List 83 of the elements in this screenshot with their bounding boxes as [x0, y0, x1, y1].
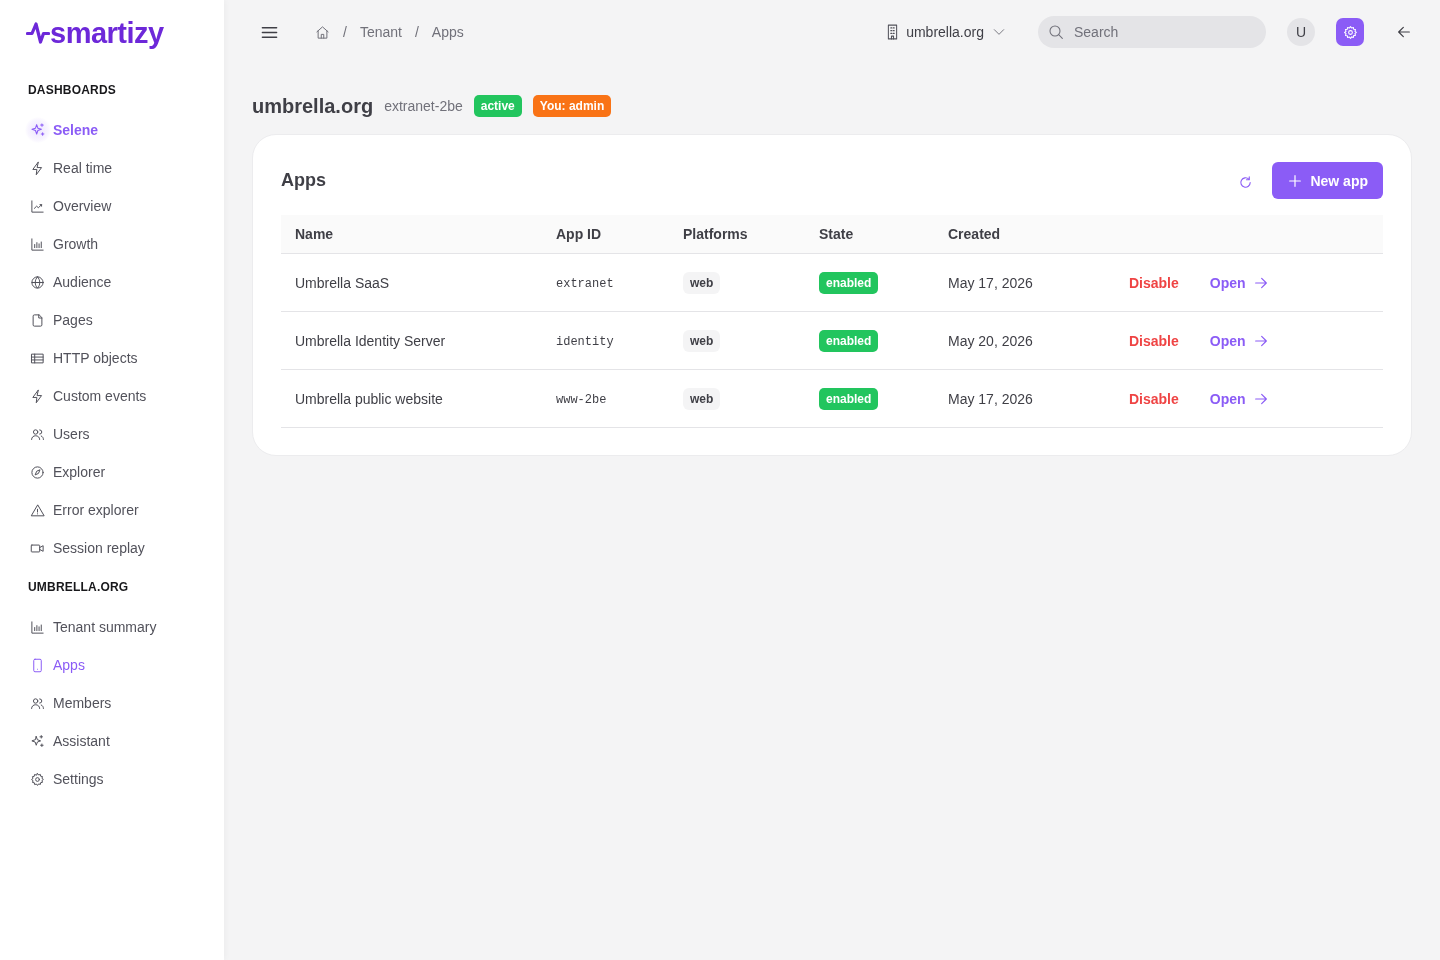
lightning-icon: [30, 388, 45, 404]
refresh-icon[interactable]: [1238, 174, 1254, 190]
platform-tag: web: [683, 387, 721, 410]
created-date: May 17, 2026: [948, 390, 1033, 407]
state-tag: enabled: [819, 387, 879, 410]
table-icon: [30, 350, 45, 366]
nav-item[interactable]: Real time: [24, 152, 119, 184]
column-header: State: [819, 226, 854, 242]
open-link[interactable]: Open: [1209, 332, 1269, 349]
nav-item[interactable]: Apps: [24, 649, 91, 681]
search-field[interactable]: Search: [1038, 16, 1266, 48]
nav-item[interactable]: Error explorer: [24, 494, 145, 526]
tenant-switcher[interactable]: umbrella.org: [887, 24, 1006, 40]
nav-item[interactable]: Custom events: [24, 380, 153, 412]
bar-chart-icon: [30, 236, 45, 252]
new-app-button[interactable]: New app: [1272, 162, 1383, 199]
card-title: Apps: [281, 170, 326, 191]
plus-icon: [1287, 172, 1304, 189]
breadcrumb-link[interactable]: Apps: [431, 24, 464, 40]
users-icon: [30, 426, 45, 442]
header-badge: You: admin: [532, 95, 612, 117]
nav-section-title: DASHBOARDS: [27, 82, 117, 98]
line-chart-icon: [30, 198, 45, 214]
open-link[interactable]: Open: [1209, 274, 1269, 291]
disable-link[interactable]: Disable: [1129, 274, 1179, 291]
brand-name: smartizy: [50, 18, 164, 48]
nav-item[interactable]: Members: [24, 687, 118, 719]
users-icon: [30, 695, 45, 711]
warning-icon: [30, 502, 45, 518]
lightning-icon: [30, 160, 45, 176]
settings-icon[interactable]: [1336, 18, 1364, 46]
nav-item[interactable]: Pages: [24, 304, 99, 336]
platform-tag: web: [683, 271, 721, 294]
app-id: extranet: [556, 277, 614, 291]
column-header: App ID: [556, 226, 602, 242]
platform-tag: web: [683, 329, 721, 352]
home-icon[interactable]: [315, 24, 330, 40]
header-badge: active: [473, 95, 522, 117]
nav-item[interactable]: Growth: [24, 228, 105, 260]
nav-item[interactable]: Overview: [24, 190, 118, 222]
state-tag: enabled: [819, 271, 879, 294]
building-icon: [887, 24, 899, 40]
created-date: May 17, 2026: [948, 274, 1033, 291]
tenant-title: umbrella.org: [252, 94, 374, 118]
column-header: Name: [295, 226, 334, 242]
back-arrow-icon[interactable]: [1396, 24, 1412, 40]
column-header: Created: [948, 226, 1001, 242]
compass-icon: [30, 464, 45, 480]
avatar[interactable]: U: [1287, 18, 1315, 46]
nav-item[interactable]: HTTP objects: [24, 342, 144, 374]
app-name: Umbrella Identity Server: [295, 332, 446, 349]
nav-item[interactable]: Session replay: [24, 532, 151, 564]
nav-item[interactable]: Users: [24, 418, 96, 450]
bar-chart-icon: [30, 619, 45, 635]
disable-link[interactable]: Disable: [1129, 332, 1179, 349]
state-tag: enabled: [819, 329, 879, 352]
app-name: Umbrella public website: [295, 390, 443, 407]
phone-icon: [30, 657, 45, 673]
app-id: identity: [556, 335, 614, 349]
app-name: Umbrella SaaS: [295, 274, 390, 291]
settings-icon: [30, 771, 45, 787]
sparkles-icon: [25, 117, 51, 143]
app-id: www-2be: [556, 393, 607, 407]
document-icon: [30, 312, 45, 328]
nav-item[interactable]: Explorer: [24, 456, 112, 488]
sparkles-icon: [30, 733, 45, 749]
open-link[interactable]: Open: [1209, 390, 1269, 407]
search-icon: [1048, 24, 1064, 40]
pulse-icon: [26, 21, 50, 45]
breadcrumb-separator: /: [343, 24, 347, 40]
globe-icon: [30, 274, 45, 290]
nav-section-title: UMBRELLA.ORG: [27, 579, 130, 595]
nav-item[interactable]: Assistant: [24, 725, 116, 757]
nav-item[interactable]: Settings: [24, 763, 110, 795]
tenant-slug: extranet-2be: [384, 98, 463, 114]
nav-item[interactable]: Audience: [24, 266, 118, 298]
nav-item[interactable]: Selene: [24, 114, 105, 146]
created-date: May 20, 2026: [948, 332, 1033, 349]
disable-link[interactable]: Disable: [1129, 390, 1179, 407]
breadcrumb-link[interactable]: Tenant: [359, 24, 402, 40]
nav-item[interactable]: Tenant summary: [24, 611, 163, 643]
column-header: Platforms: [683, 226, 748, 242]
breadcrumb-separator: /: [414, 24, 419, 40]
